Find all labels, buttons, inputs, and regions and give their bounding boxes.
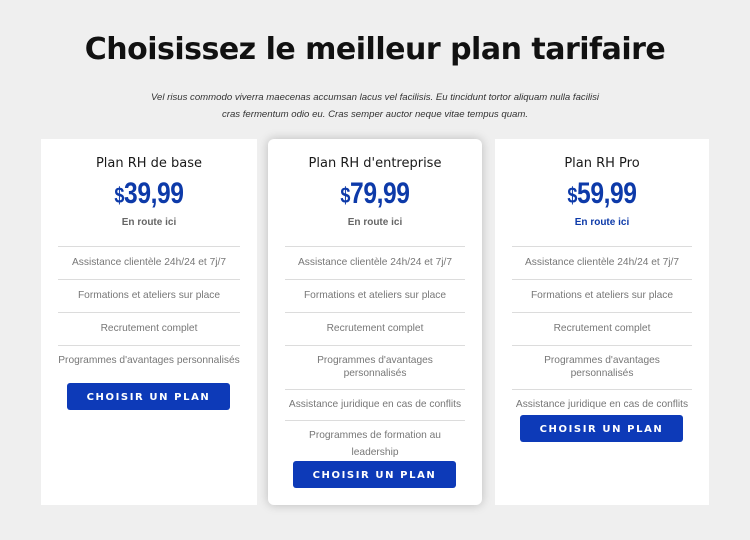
currency-symbol: $ [340,183,351,208]
plan-tagline: En route ici [121,217,177,228]
plan-price: $39,99 [60,177,237,211]
plan-price: $59,99 [514,177,689,211]
price-amount: 59,99 [577,177,637,210]
price-amount: 39,99 [124,177,184,210]
choose-plan-button[interactable]: CHOISIR UN PLAN [293,461,456,488]
feature-list: Assistance clientèle 24h/24 et 7j/7 Form… [512,246,692,420]
plan-tagline: En route ici [574,217,630,228]
feature-item: Formations et ateliers sur place [58,279,240,312]
feature-item: Formations et ateliers sur place [285,279,465,312]
plan-name: Plan RH d'entreprise [308,156,442,171]
plan-name: Plan RH de base [95,156,203,171]
page-subtitle: Vel risus commodo viverra maecenas accum… [150,92,600,120]
feature-item: Programmes de formation au leadership [285,420,465,465]
feature-item: Programmes d'avantages personnalisés [285,345,465,389]
feature-item: Recrutement complet [285,312,465,345]
feature-item: Assistance clientèle 24h/24 et 7j/7 [285,246,465,279]
feature-list: Assistance clientèle 24h/24 et 7j/7 Form… [58,246,240,377]
choose-plan-button[interactable]: CHOISIR UN PLAN [520,415,683,442]
feature-item: Assistance juridique en cas de conflits [285,389,465,420]
pricing-card-enterprise: Plan RH d'entreprise $79,99 En route ici… [268,139,482,505]
page-title: Choisissez le meilleur plan tarifaire [84,32,666,67]
feature-item: Formations et ateliers sur place [512,279,692,312]
feature-item: Assistance clientèle 24h/24 et 7j/7 [58,246,240,279]
currency-symbol: $ [114,183,125,208]
plan-tagline: En route ici [347,217,403,228]
plan-price: $79,99 [287,177,462,211]
price-amount: 79,99 [350,177,410,210]
feature-item: Recrutement complet [58,312,240,345]
currency-symbol: $ [567,183,578,208]
feature-item: Programmes d'avantages personnalisés [58,345,240,377]
feature-item: Assistance clientèle 24h/24 et 7j/7 [512,246,692,279]
feature-item: Recrutement complet [512,312,692,345]
feature-item: Programmes d'avantages personnalisés [512,345,692,389]
pricing-card-pro: Plan RH Pro $59,99 En route ici Assistan… [495,139,709,505]
pricing-card-basic: Plan RH de base $39,99 En route ici Assi… [41,139,257,505]
feature-list: Assistance clientèle 24h/24 et 7j/7 Form… [285,246,465,465]
plan-name: Plan RH Pro [564,156,640,171]
choose-plan-button[interactable]: CHOISIR UN PLAN [67,383,230,410]
